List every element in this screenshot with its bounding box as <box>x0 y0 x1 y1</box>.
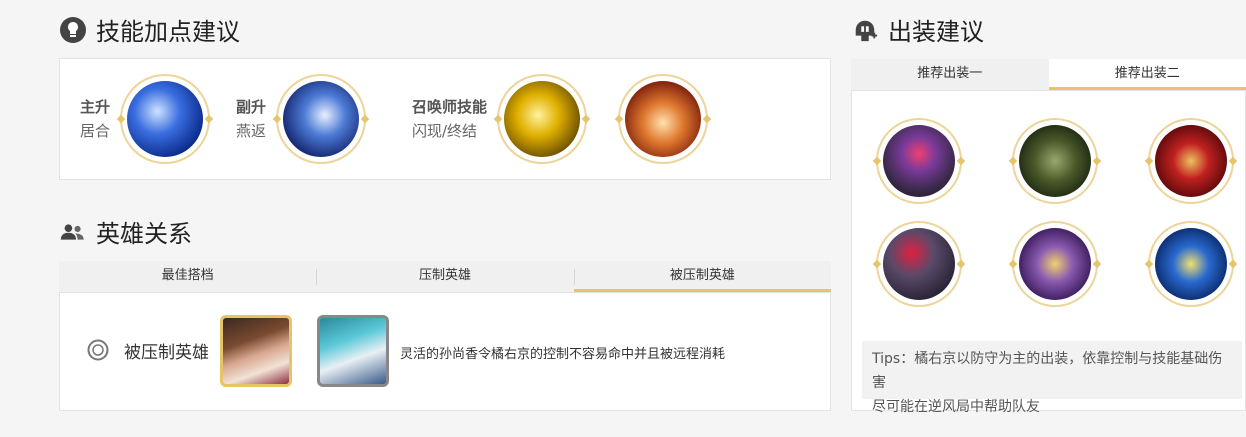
lightbulb-icon <box>60 16 86 43</box>
equip-tips: Tips：橘右京以防守为主的出装，依靠控制与技能基础伤害 尽可能在逆风局中帮助队… <box>862 341 1242 415</box>
tab-equip-1[interactable]: 推荐出装一 <box>851 59 1049 90</box>
skill-section-title: 技能加点建议 <box>60 12 240 47</box>
skill-main-name: 居合 <box>80 122 111 140</box>
summoner-flash-icon[interactable] <box>497 74 588 164</box>
equip-item-3[interactable] <box>1148 118 1234 204</box>
tips-line-2: 尽可能在逆风局中帮助队友 <box>872 399 1040 415</box>
skill-section-label: 技能加点建议 <box>96 18 240 46</box>
equip-item-1[interactable] <box>876 118 962 204</box>
summoner-execute-icon[interactable] <box>618 74 708 164</box>
skill-secondary-name: 燕返 <box>236 122 267 140</box>
equip-section-title: 出装建议 <box>852 12 984 47</box>
hero-section-title: 英雄关系 <box>60 214 192 249</box>
users-icon <box>60 219 86 245</box>
tab-counters[interactable]: 压制英雄 <box>316 261 573 292</box>
tab-equip-2[interactable]: 推荐出装二 <box>1048 59 1246 90</box>
equip-item-6[interactable] <box>1148 221 1234 307</box>
helmet-icon <box>852 17 878 43</box>
equip-tabs: 推荐出装一 推荐出装二 <box>851 59 1246 91</box>
hero-section-label: 英雄关系 <box>96 220 192 248</box>
skill-summoner-label: 召唤师技能 <box>412 98 488 116</box>
skill-summoner: 召唤师技能 闪现/终结 <box>412 74 588 164</box>
skill-summoner-2 <box>618 74 708 164</box>
relation-description: 灵活的孙尚香令橘右京的控制不容易命中并且被远程消耗 <box>400 347 726 362</box>
skill-secondary-label: 副升 <box>236 98 267 116</box>
equip-item-5[interactable] <box>1012 221 1098 307</box>
tips-line-1: Tips：橘右京以防守为主的出装，依靠控制与技能基础伤害 <box>872 351 1223 391</box>
hero-relation-panel: 被压制英雄 灵活的孙尚香令橘右京的控制不容易命中并且被远程消耗 <box>59 293 831 411</box>
equip-section-label: 出装建议 <box>888 18 984 46</box>
hero-tabs: 最佳搭档 压制英雄 被压制英雄 <box>59 261 831 293</box>
equip-panel: Tips：橘右京以防守为主的出装，依靠控制与技能基础伤害 尽可能在逆风局中帮助队… <box>851 91 1246 415</box>
hero-portrait-2[interactable] <box>317 315 389 387</box>
equip-item-2[interactable] <box>1012 118 1098 204</box>
skill-main-label: 主升 <box>80 98 111 116</box>
skill-secondary-icon[interactable] <box>276 74 367 164</box>
tab-countered-by[interactable]: 被压制英雄 <box>573 261 831 292</box>
skill-main-icon[interactable] <box>120 74 211 164</box>
skill-secondary: 副升 燕返 <box>236 74 367 164</box>
skill-main: 主升 居合 <box>80 74 211 164</box>
skill-panel: 主升 居合 副升 燕返 召唤师技能 闪现/终结 <box>59 58 831 180</box>
equip-item-4[interactable] <box>876 221 962 307</box>
tab-best-partner[interactable]: 最佳搭档 <box>59 261 316 292</box>
skill-summoner-name: 闪现/终结 <box>412 122 478 140</box>
face-icon <box>87 339 109 365</box>
relation-label: 被压制英雄 <box>124 343 209 363</box>
hero-portrait-1[interactable] <box>220 315 292 387</box>
